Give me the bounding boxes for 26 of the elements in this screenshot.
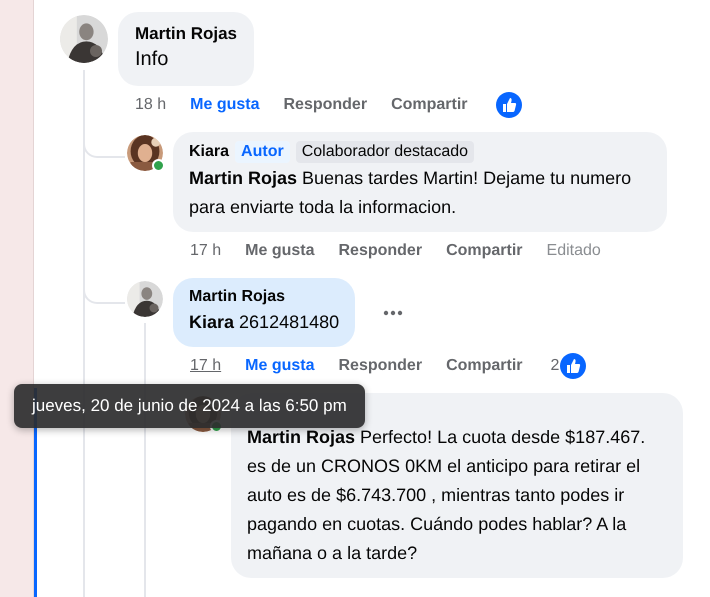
author-badge: Colaborador destacado <box>296 141 474 163</box>
comment-time[interactable]: 17 h <box>190 242 222 260</box>
like-link[interactable]: Me gusta <box>190 96 260 114</box>
comment-time[interactable]: 17 h <box>190 357 222 375</box>
edited-label: Editado <box>546 242 601 260</box>
like-link[interactable]: Me gusta <box>245 242 314 260</box>
comment-text: Kiara 2612481480 <box>189 311 340 334</box>
author-name[interactable]: Kiara <box>189 143 230 161</box>
reply-link[interactable]: Responder <box>338 357 422 375</box>
comment-text: Martin Rojas Buenas tardes Martin! Dejame tu numero para enviarte toda la informacion. <box>189 167 632 219</box>
thumbs-up-icon[interactable] <box>560 353 586 379</box>
reaction-count: 2 <box>550 357 560 375</box>
thumbs-up-icon[interactable] <box>496 92 522 118</box>
comment-text: Info <box>135 47 170 72</box>
share-link[interactable]: Compartir <box>391 96 468 114</box>
author-name[interactable]: Martin Rojas <box>135 24 238 44</box>
share-link[interactable]: Compartir <box>446 357 523 375</box>
like-link[interactable]: Me gusta <box>245 357 314 375</box>
comment-text: Martin Rojas Perfecto! La cuota desde $187.467. es de un CRONOS 0KM el anticipo para retirar el auto es de $6.743.700 , mientras tanto podes ir pagando en cuotas. Cuándo podes hablar? A la mañana o a la tarde? <box>247 426 646 565</box>
reply-link[interactable]: Responder <box>283 96 368 114</box>
share-link[interactable]: Compartir <box>446 242 523 260</box>
tooltip: jueves, 20 de junio de 2024 a las 6:50 pm <box>14 384 365 428</box>
author-name[interactable]: Martin Rojas <box>189 288 286 306</box>
author-badge: Autor <box>235 141 290 163</box>
comment-time[interactable]: 18 h <box>135 96 166 114</box>
reply-link[interactable]: Responder <box>338 242 422 260</box>
